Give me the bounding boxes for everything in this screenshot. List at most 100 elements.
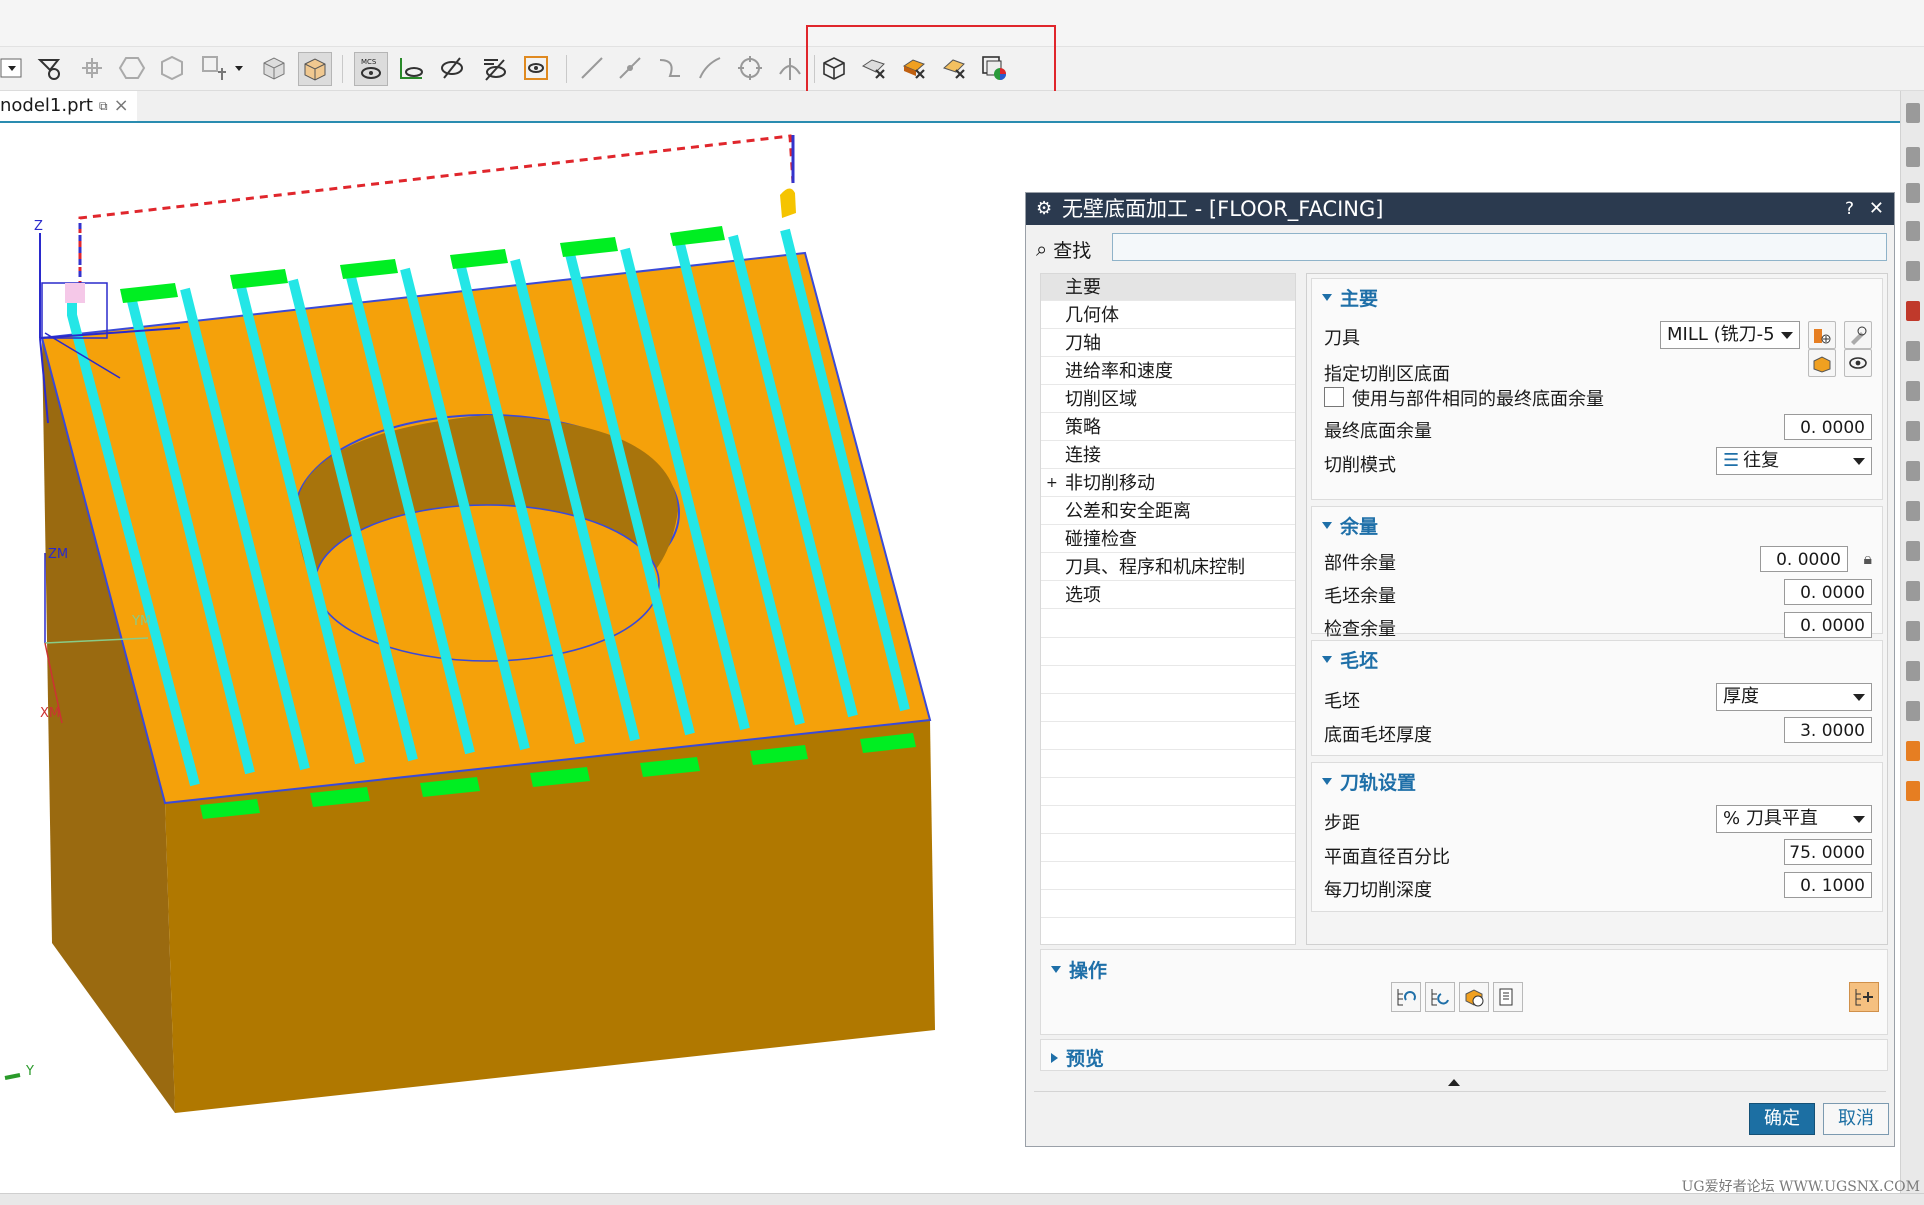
- nav-item-connections[interactable]: 连接: [1041, 442, 1295, 469]
- dialog-title: 无壁底面加工 - [FLOOR_FACING]: [1062, 197, 1384, 221]
- resource-icon[interactable]: [1906, 781, 1920, 801]
- generate-button[interactable]: [1391, 982, 1421, 1012]
- tab-file[interactable]: nodel1.prt ⧉ ×: [0, 91, 137, 121]
- nav-item-noncutting[interactable]: + 非切削移动: [1041, 470, 1295, 497]
- cancel-button[interactable]: 取消: [1823, 1103, 1889, 1135]
- floor-blank-thickness-input[interactable]: 3. 0000: [1784, 717, 1872, 743]
- select-floor-button[interactable]: [1808, 349, 1836, 377]
- collapse-icon: [1322, 294, 1332, 301]
- nav-item-feeds[interactable]: 进给率和速度: [1041, 358, 1295, 385]
- resource-icon[interactable]: [1906, 147, 1920, 167]
- same-floor-stock-checkbox[interactable]: [1324, 387, 1344, 407]
- resource-icon[interactable]: [1906, 661, 1920, 681]
- body-snap-icon[interactable]: [156, 52, 188, 84]
- help-button[interactable]: ?: [1845, 193, 1854, 225]
- resource-icon[interactable]: [1906, 301, 1920, 321]
- edit-tool-button[interactable]: [1844, 321, 1872, 349]
- nav-item-geometry[interactable]: 几何体: [1041, 302, 1295, 329]
- expand-icon[interactable]: +: [1046, 470, 1058, 497]
- tool-label: 刀具: [1324, 328, 1360, 349]
- add-feature-button[interactable]: [1849, 982, 1879, 1012]
- nav-item-tolerance[interactable]: 公差和安全距离: [1041, 498, 1295, 525]
- line-point-icon[interactable]: [614, 52, 646, 84]
- circle-icon[interactable]: [734, 52, 766, 84]
- section-preview-header[interactable]: 预览: [1051, 1044, 1104, 1071]
- nav-item-collision[interactable]: 碰撞检查: [1041, 526, 1295, 553]
- check-stock-input[interactable]: 0. 0000: [1784, 612, 1872, 638]
- gear-icon[interactable]: ⚙: [1036, 193, 1052, 225]
- section-actions-header[interactable]: 操作: [1051, 956, 1107, 983]
- select-filter-icon[interactable]: [34, 52, 66, 84]
- show-only-icon[interactable]: [520, 52, 552, 84]
- resource-icon[interactable]: [1906, 701, 1920, 721]
- resource-icon[interactable]: [1906, 381, 1920, 401]
- nav-item-strategy[interactable]: 策略: [1041, 414, 1295, 441]
- blank-select-value: 厚度: [1723, 686, 1759, 707]
- section-blank-header[interactable]: 毛坯: [1322, 646, 1378, 673]
- tab-undock-icon[interactable]: ⧉: [99, 91, 108, 121]
- resource-icon[interactable]: [1906, 103, 1920, 123]
- find-input[interactable]: [1112, 233, 1887, 261]
- new-tool-button[interactable]: [1808, 321, 1836, 349]
- wireframe-view-icon[interactable]: [298, 52, 332, 86]
- resource-icon[interactable]: [1906, 461, 1920, 481]
- tool-select[interactable]: MILL (铣刀-5: [1660, 321, 1800, 349]
- resource-icon[interactable]: [1906, 541, 1920, 561]
- nav-item-options[interactable]: 选项: [1041, 582, 1295, 609]
- show-eye-icon[interactable]: [396, 52, 428, 84]
- section-main-header[interactable]: 主要: [1322, 284, 1378, 311]
- resource-icon[interactable]: [1906, 421, 1920, 441]
- final-floor-stock-input[interactable]: 0. 0000: [1784, 414, 1872, 440]
- line-icon[interactable]: [576, 52, 608, 84]
- verify-button[interactable]: [1459, 982, 1489, 1012]
- nav-item-cut-region[interactable]: 切削区域: [1041, 386, 1295, 413]
- resource-icon[interactable]: [1906, 221, 1920, 241]
- stepover-select[interactable]: % 刀具平直: [1716, 805, 1872, 833]
- resource-icon[interactable]: [1906, 261, 1920, 281]
- blank-select[interactable]: 厚度: [1716, 683, 1872, 711]
- turn-mark: [230, 269, 288, 289]
- close-button[interactable]: ✕: [1869, 193, 1884, 225]
- chevron-down-icon[interactable]: [232, 52, 246, 84]
- resource-icon[interactable]: [1906, 501, 1920, 521]
- shaded-view-icon[interactable]: [258, 52, 290, 84]
- tangent-icon[interactable]: [774, 52, 806, 84]
- section-path-header[interactable]: 刀轨设置: [1322, 768, 1416, 795]
- point-select-icon[interactable]: [198, 52, 230, 84]
- part-stock-input[interactable]: 0. 0000: [1760, 546, 1848, 572]
- percent-diameter-label: 平面直径百分比: [1324, 847, 1450, 868]
- dropdown-icon[interactable]: [0, 52, 24, 84]
- section-preview[interactable]: 预览: [1040, 1039, 1888, 1071]
- cut-pattern-select[interactable]: ☰ 往复: [1716, 447, 1872, 475]
- snap-point-icon[interactable]: [76, 52, 108, 84]
- show-eye-button[interactable]: [1844, 349, 1872, 377]
- section-stock-header[interactable]: 余量: [1322, 512, 1378, 539]
- resource-icon[interactable]: [1906, 621, 1920, 641]
- section-stock-title: 余量: [1340, 516, 1379, 538]
- divider: [1034, 1091, 1886, 1092]
- percent-diameter-input[interactable]: 75. 0000: [1784, 839, 1872, 865]
- lock-icon[interactable]: 🔒︎: [1863, 549, 1872, 569]
- nav-item-main[interactable]: 主要: [1041, 274, 1295, 301]
- curve-icon[interactable]: [694, 52, 726, 84]
- replay-button[interactable]: [1425, 982, 1455, 1012]
- ok-button[interactable]: 确定: [1749, 1103, 1815, 1135]
- blank-stock-input[interactable]: 0. 0000: [1784, 579, 1872, 605]
- depth-per-cut-label: 每刀切削深度: [1324, 880, 1432, 901]
- resource-icon[interactable]: [1906, 581, 1920, 601]
- chevron-up-icon[interactable]: [1448, 1079, 1460, 1086]
- arc-icon[interactable]: [654, 52, 686, 84]
- list-button[interactable]: [1493, 982, 1523, 1012]
- mcs-display-icon[interactable]: MCS: [354, 52, 388, 86]
- nav-item-tool-axis[interactable]: 刀轴: [1041, 330, 1295, 357]
- depth-per-cut-input[interactable]: 0. 1000: [1784, 872, 1872, 898]
- floor-facing-dialog: ⚙ 无壁底面加工 - [FLOOR_FACING] ? ✕ ⌕ 查找 主要 几何…: [1025, 192, 1895, 1147]
- resource-icon[interactable]: [1906, 741, 1920, 761]
- tab-close-icon[interactable]: ×: [114, 91, 129, 121]
- hide-icon[interactable]: [436, 52, 468, 84]
- resource-icon[interactable]: [1906, 341, 1920, 361]
- hide-all-icon[interactable]: [478, 52, 510, 84]
- polygon-icon[interactable]: [116, 52, 148, 84]
- nav-item-machine-control[interactable]: 刀具、程序和机床控制: [1041, 554, 1295, 581]
- resource-icon[interactable]: [1906, 183, 1920, 203]
